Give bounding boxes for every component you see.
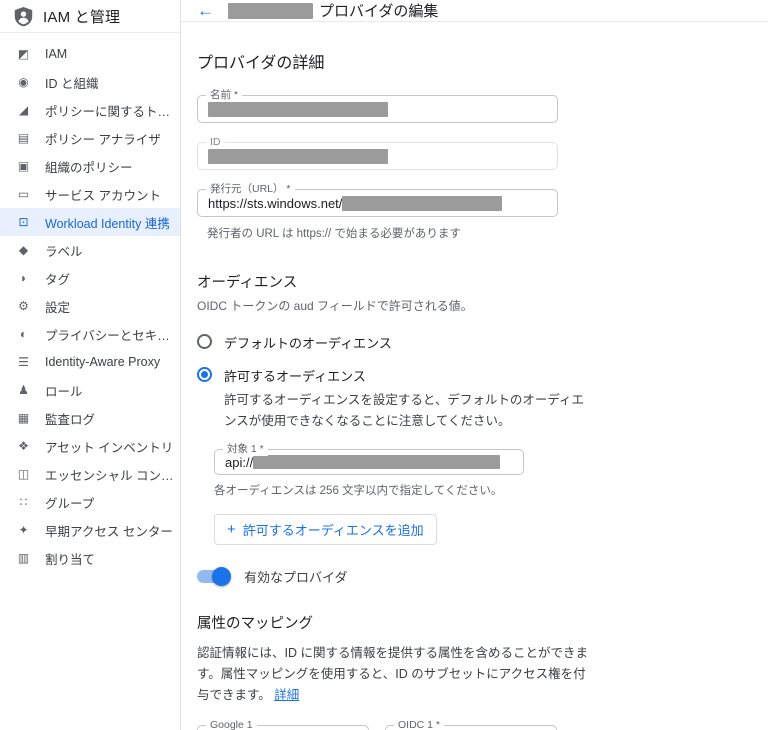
attribute-mapping-description: 認証情報には、ID に関する情報を提供する属性を含めることができます。属性マッピ…: [197, 646, 588, 702]
sidebar-item-roles[interactable]: ♟ ロール: [0, 376, 180, 404]
issuer-url-field-label: 発行元（URL） *: [206, 183, 295, 196]
audience-target-value: api://: [225, 454, 254, 470]
add-audience-button[interactable]: + 許可するオーディエンスを追加: [214, 514, 437, 546]
app-title: IAM と管理: [43, 8, 121, 26]
audience-target-label: 対象 1 *: [223, 443, 268, 456]
sidebar-item-tags[interactable]: ◗ タグ: [0, 264, 180, 292]
workload-identity-icon: ⊡: [18, 215, 29, 229]
radio-unchecked-icon[interactable]: [197, 334, 212, 349]
name-field-label: 名前 *: [206, 89, 243, 102]
redacted-provider-name: [228, 2, 313, 19]
quota-icon: ▥: [17, 551, 30, 565]
enabled-provider-toggle[interactable]: [197, 567, 231, 587]
audience-subtitle: OIDC トークンの aud フィールドで許可される値。: [197, 299, 473, 313]
groups-icon: ∷: [19, 495, 28, 509]
oidc-1-field[interactable]: OIDC 1 * assertion.sub ?: [385, 719, 557, 730]
allowed-audience-note: 許可するオーディエンスを設定すると、デフォルトのオーディエンスが使用できなくなる…: [224, 393, 585, 428]
asset-inventory-icon: ❖: [18, 439, 29, 453]
label-icon: ◆: [18, 243, 29, 257]
person-add-icon: ◩: [17, 47, 30, 61]
oidc-1-column: OIDC 1 * assertion.sub ? 値は CEL 式（「asser…: [385, 719, 557, 730]
sidebar-item-groups[interactable]: ∷ グループ: [0, 488, 180, 516]
iam-shield-logo: [14, 6, 33, 27]
main-panel: ← プロバイダの編集 プロバイダの詳細 名前 * ID 発行元（URL） * h…: [181, 0, 768, 730]
google-1-column: Google 1 google.subject ? サポートされているキー: 「…: [197, 719, 369, 730]
page-header: ← プロバイダの編集: [181, 0, 768, 22]
id-field[interactable]: ID: [197, 136, 558, 170]
provider-details-heading: プロバイダの詳細: [197, 55, 325, 72]
sidebar-item-settings[interactable]: ⚙ 設定: [0, 292, 180, 320]
sidebar-item-essential-contacts[interactable]: ◫ エッセンシャル コンタクト: [0, 460, 180, 488]
back-arrow-icon[interactable]: ←: [197, 2, 214, 19]
audience-target-field[interactable]: 対象 1 * api://: [214, 443, 524, 476]
essential-contacts-icon: ◫: [17, 467, 30, 481]
person-icon: ◉: [18, 75, 29, 89]
plus-icon: +: [227, 521, 236, 539]
enabled-provider-row: 有効なプロバイダ: [197, 567, 585, 587]
policy-analyzer-icon: ▤: [17, 131, 30, 145]
service-account-icon: ▭: [17, 187, 30, 201]
issuer-url-helper: 発行者の URL は https:// で始まる必要があります: [207, 228, 461, 240]
audience-heading: オーディエンス: [197, 275, 298, 291]
audience-target-helper: 各オーディエンスは 256 文字以内で指定してください。: [214, 485, 503, 498]
page-content: プロバイダの詳細 名前 * ID 発行元（URL） * https://sts.…: [181, 22, 588, 730]
enabled-provider-label: 有効なプロバイダ: [244, 570, 348, 586]
radio-checked-icon[interactable]: [197, 367, 212, 382]
issuer-url-field[interactable]: 発行元（URL） * https://sts.windows.net/: [197, 183, 558, 217]
early-access-icon: ✦: [18, 523, 29, 537]
oidc-1-label: OIDC 1 *: [394, 719, 445, 730]
sidebar-item-quotas[interactable]: ▥ 割り当て: [0, 544, 180, 572]
sidebar-item-early-access[interactable]: ✦ 早期アクセス センター: [0, 516, 180, 544]
sidebar: IAM と管理 ◩ IAM ◉ ID と組織 ◢ ポリシーに関するトラブル...…: [0, 0, 181, 730]
sidebar-item-policy-analyzer[interactable]: ▤ ポリシー アナライザ: [0, 124, 180, 152]
sidebar-item-privacy-security[interactable]: ◐ プライバシーとセキュリティ: [0, 320, 180, 348]
sidebar-item-audit-logs[interactable]: ▦ 監査ログ: [0, 404, 180, 432]
radio-allowed-audience[interactable]: 許可するオーディエンス 許可するオーディエンスを設定すると、デフォルトのオーディ…: [197, 366, 585, 431]
details-link[interactable]: 詳細: [274, 688, 299, 702]
google-1-label: Google 1: [206, 719, 257, 730]
radio-default-audience[interactable]: デフォルトのオーディエンス: [197, 333, 585, 352]
sidebar-item-id-org[interactable]: ◉ ID と組織: [0, 68, 180, 96]
org-policy-icon: ▣: [17, 159, 30, 173]
sidebar-item-iam[interactable]: ◩ IAM: [0, 40, 180, 68]
sidebar-item-service-accounts[interactable]: ▭ サービス アカウント: [0, 180, 180, 208]
sidebar-item-org-policy[interactable]: ▣ 組織のポリシー: [0, 152, 180, 180]
google-1-field[interactable]: Google 1 google.subject ?: [197, 719, 369, 730]
audit-log-icon: ▦: [17, 411, 30, 425]
page-title: プロバイダの編集: [228, 0, 438, 21]
gear-icon: ⚙: [18, 299, 29, 313]
toggle-thumb: [212, 567, 231, 587]
redacted-issuer-tenant: [342, 195, 503, 211]
sidebar-nav: ◩ IAM ◉ ID と組織 ◢ ポリシーに関するトラブル... ▤ ポリシー …: [0, 33, 180, 572]
name-field[interactable]: 名前 *: [197, 89, 558, 123]
roles-icon: ♟: [18, 383, 29, 397]
tag-icon: ◗: [19, 271, 28, 285]
iap-icon: ☰: [18, 355, 29, 369]
attribute-mapping-grid: Google 1 google.subject ? サポートされているキー: 「…: [197, 719, 585, 730]
privacy-shield-icon: ◐: [19, 327, 28, 341]
sidebar-item-workload-identity[interactable]: ⊡ Workload Identity 連携: [0, 208, 180, 236]
sidebar-item-asset-inventory[interactable]: ❖ アセット インベントリ: [0, 432, 180, 460]
issuer-url-value: https://sts.windows.net/: [208, 195, 343, 211]
redacted-id-value: [208, 148, 388, 164]
sidebar-item-labels[interactable]: ◆ ラベル: [0, 236, 180, 264]
wrench-icon: ◢: [18, 103, 29, 117]
sidebar-item-iap[interactable]: ☰ Identity-Aware Proxy: [0, 348, 180, 376]
redacted-audience-value: [253, 455, 501, 470]
attribute-mapping-heading: 属性のマッピング: [197, 616, 313, 633]
id-field-label: ID: [206, 136, 225, 149]
redacted-name-value: [208, 101, 388, 117]
sidebar-header: IAM と管理: [0, 0, 180, 33]
sidebar-item-policy-troubleshooter[interactable]: ◢ ポリシーに関するトラブル...: [0, 96, 180, 124]
